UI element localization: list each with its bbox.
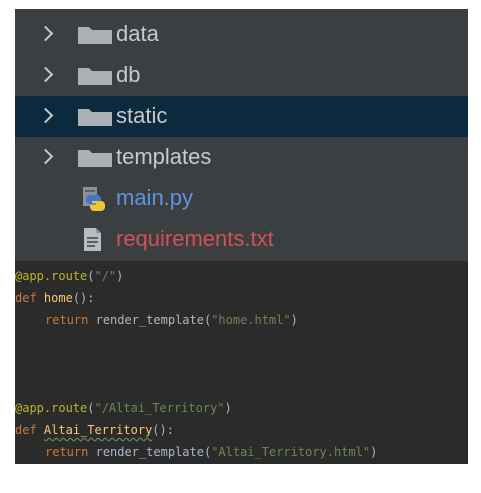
chevron-right-icon[interactable] xyxy=(37,25,54,42)
code-line-3: return render_template("home.html") xyxy=(45,313,298,327)
tree-item-label: db xyxy=(116,62,141,87)
tree-item-label: data xyxy=(116,21,159,46)
tree-item-db[interactable]: db xyxy=(15,55,468,96)
tree-item-label: requirements.txt xyxy=(116,226,274,251)
keyword: def xyxy=(15,423,37,437)
keyword: return xyxy=(45,445,89,459)
code-line-5: def Altai_Territory(): xyxy=(15,423,174,437)
decorator: @app.route xyxy=(15,401,88,415)
folder-icon xyxy=(78,27,112,44)
keyword: return xyxy=(45,313,89,327)
tree-item-requirements-txt[interactable]: requirements.txt xyxy=(15,219,468,260)
function-name: home xyxy=(43,291,73,305)
tree-item-label: main.py xyxy=(116,185,194,210)
code-line-6: return render_template("Altai_Territory.… xyxy=(45,445,378,459)
text-file-icon xyxy=(81,227,105,253)
tree-item-templates[interactable]: templates xyxy=(15,137,468,178)
tree-item-data[interactable]: data xyxy=(15,14,468,55)
keyword: def xyxy=(15,291,37,305)
decorator: @app.route xyxy=(15,269,88,283)
code-line-4: @app.route("/Altai_Territory") xyxy=(15,401,232,415)
code-line-2: def home(): xyxy=(15,291,95,305)
tree-item-label: static xyxy=(116,103,168,128)
code-line-1: @app.route("/") xyxy=(15,269,124,283)
string-literal: "Altai_Territory.html" xyxy=(211,445,371,459)
folder-icon xyxy=(78,68,112,85)
folder-icon xyxy=(78,109,112,126)
chevron-right-icon[interactable] xyxy=(37,148,54,165)
code-editor[interactable]: @app.route("/") def home(): return rende… xyxy=(15,261,468,464)
ide-window: data db static templates main.py require… xyxy=(15,9,468,464)
string-literal: "home.html" xyxy=(211,313,291,327)
string-literal: "/" xyxy=(94,269,117,283)
chevron-right-icon[interactable] xyxy=(37,66,54,83)
tree-item-label: templates xyxy=(116,144,212,169)
python-file-icon xyxy=(81,186,105,212)
chevron-right-icon[interactable] xyxy=(37,107,54,124)
function-name: Altai_Territory xyxy=(43,423,153,437)
string-literal: "/Altai_Territory" xyxy=(94,401,225,415)
folder-icon xyxy=(78,150,112,167)
tree-item-main-py[interactable]: main.py xyxy=(15,178,468,219)
project-tree: data db static templates main.py require… xyxy=(15,9,468,261)
tree-item-static[interactable]: static xyxy=(15,96,468,137)
